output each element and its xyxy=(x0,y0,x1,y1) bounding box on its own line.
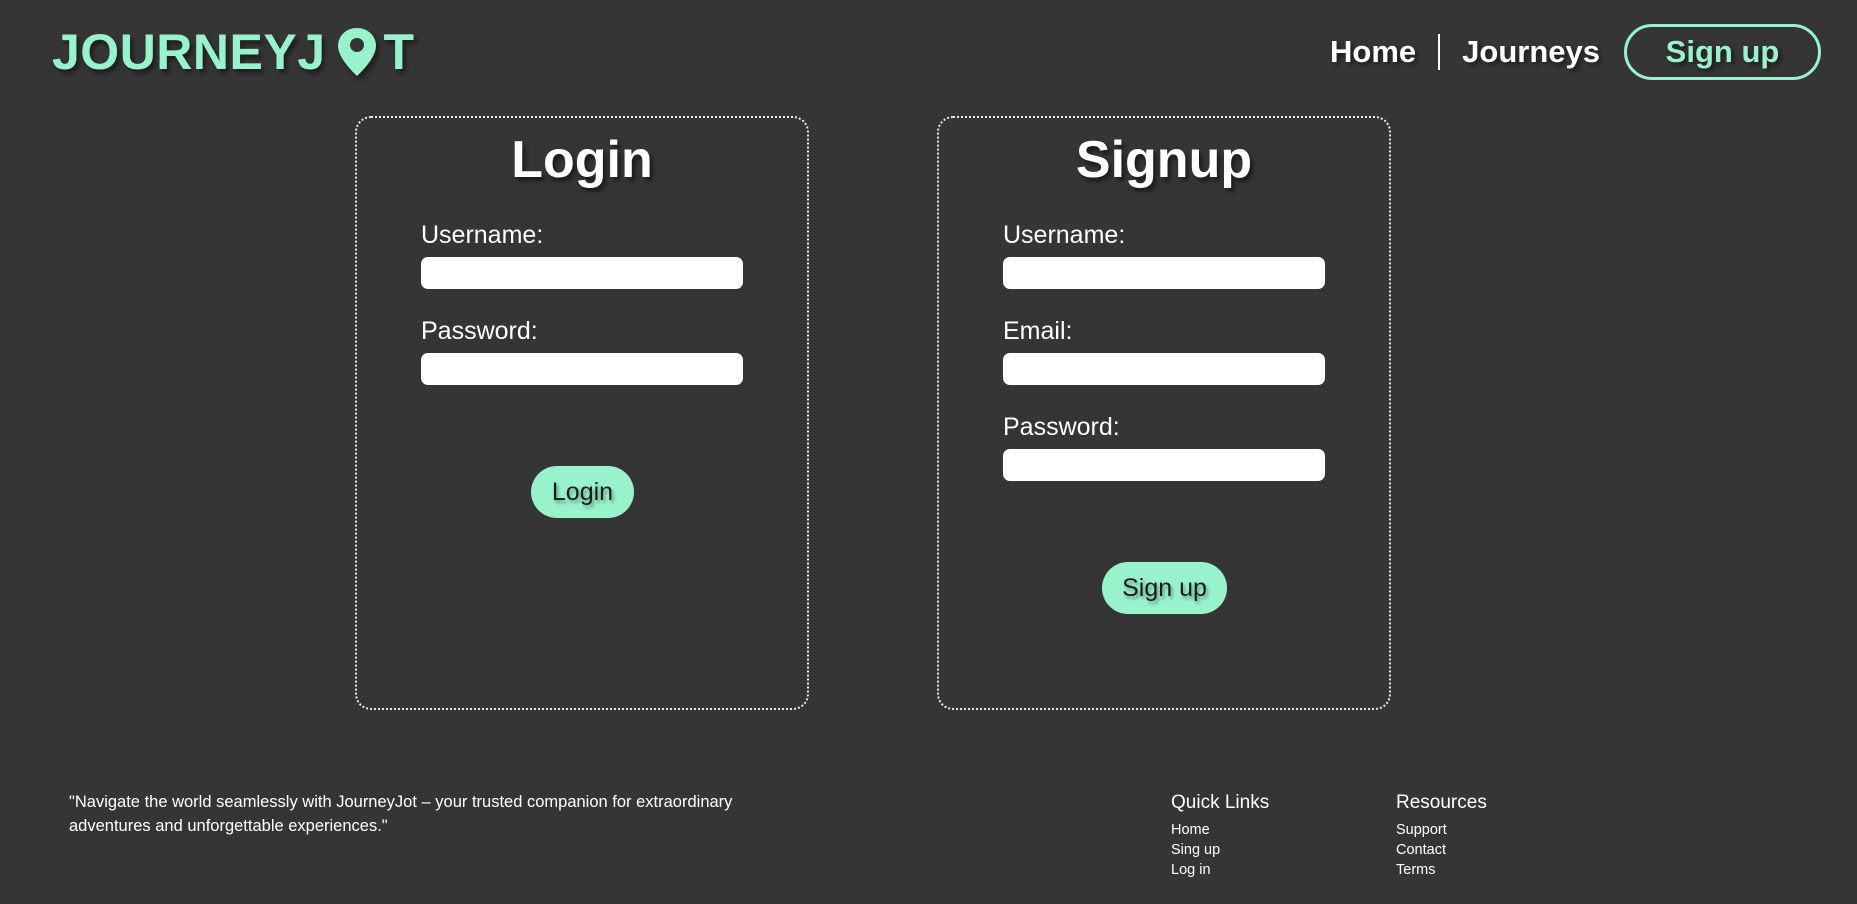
signup-button[interactable]: Sign up xyxy=(1102,562,1227,614)
signup-password-input[interactable] xyxy=(1003,449,1325,481)
logo-text-right: T xyxy=(383,24,415,80)
nav-home-link[interactable]: Home xyxy=(1330,34,1416,70)
footer-quick-links-heading: Quick Links xyxy=(1171,792,1270,813)
logo[interactable]: JOURNEYJ T xyxy=(52,22,415,82)
login-card: Login Username: Password: Login xyxy=(355,116,809,710)
footer-quote: "Navigate the world seamlessly with Jour… xyxy=(69,793,733,835)
login-username-label: Username: xyxy=(421,221,544,249)
footer-link-login[interactable]: Log in xyxy=(1171,860,1269,880)
header: JOURNEYJ T Home Journeys Sign up xyxy=(0,0,1857,104)
footer-quick-links: Quick Links Home Sing up Log in xyxy=(1171,792,1269,880)
footer-link-contact[interactable]: Contact xyxy=(1396,840,1487,860)
footer-resources: Resources Support Contact Terms xyxy=(1396,792,1487,880)
login-button[interactable]: Login xyxy=(531,466,634,518)
login-password-label: Password: xyxy=(421,317,538,345)
top-nav: Home Journeys Sign up xyxy=(1330,24,1821,80)
signup-email-label: Email: xyxy=(1003,317,1073,345)
logo-text-left: JOURNEYJ xyxy=(52,24,326,80)
footer-link-terms[interactable]: Terms xyxy=(1396,860,1487,880)
footer-link-home[interactable]: Home xyxy=(1171,820,1269,840)
login-username-input[interactable] xyxy=(421,257,743,289)
footer-resources-heading: Resources xyxy=(1396,792,1487,813)
signup-card: Signup Username: Email: Password: Sign u… xyxy=(937,116,1391,710)
nav-journeys-link[interactable]: Journeys xyxy=(1462,34,1600,70)
signup-password-label: Password: xyxy=(1003,413,1120,441)
signup-username-label: Username: xyxy=(1003,221,1126,249)
map-pin-icon xyxy=(336,26,378,78)
signup-title: Signup xyxy=(1075,131,1253,189)
signup-email-input[interactable] xyxy=(1003,353,1325,385)
login-password-input[interactable] xyxy=(421,353,743,385)
footer-link-signup[interactable]: Sing up xyxy=(1171,840,1269,860)
login-title: Login xyxy=(511,131,653,189)
footer-link-support[interactable]: Support xyxy=(1396,820,1487,840)
nav-divider xyxy=(1438,34,1441,70)
signup-username-input[interactable] xyxy=(1003,257,1325,289)
nav-signup-button[interactable]: Sign up xyxy=(1624,24,1821,80)
